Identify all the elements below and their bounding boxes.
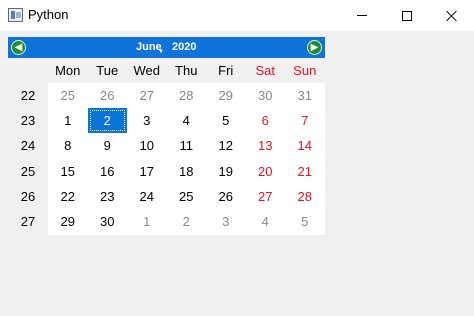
python-app-icon[interactable]	[8, 8, 23, 22]
date-cell[interactable]: 5	[206, 108, 246, 133]
date-cell[interactable]: 7	[285, 108, 325, 133]
app-window: Python ◀ June ▼ 2020 ▶ Mon Tue Wed Thu Fri Sa…	[0, 0, 474, 316]
date-cell[interactable]: 1	[127, 209, 167, 234]
day-header-sat: Sat	[255, 63, 275, 78]
week-number: 23	[20, 113, 36, 129]
date-cell[interactable]: 16	[88, 159, 128, 184]
date-cell[interactable]: 27	[127, 83, 167, 108]
day-header-thu: Thu	[175, 63, 198, 78]
week-number: 24	[20, 138, 36, 154]
date-cell[interactable]: 13	[246, 133, 286, 158]
minimize-icon	[356, 15, 367, 16]
date-cell[interactable]: 6	[246, 108, 286, 133]
date-cell[interactable]: 9	[88, 133, 128, 158]
date-cell[interactable]: 1	[48, 108, 88, 133]
selected-date-cell[interactable]: 2	[87, 108, 127, 134]
date-cell[interactable]: 14	[285, 133, 325, 158]
title-bar[interactable]: Python	[0, 0, 474, 31]
date-cell[interactable]: 10	[127, 133, 167, 158]
day-header-tue: Tue	[96, 63, 119, 78]
week-number: 27	[20, 214, 36, 230]
date-cell[interactable]: 19	[206, 159, 246, 184]
date-cell[interactable]: 27	[246, 184, 286, 209]
calendar-widget: ◀ June ▼ 2020 ▶ Mon Tue Wed Thu Fri Sat Sun 22 2…	[8, 37, 325, 235]
date-cell[interactable]: 8	[48, 133, 88, 158]
chevron-down-icon: ▼	[158, 49, 164, 55]
date-cell[interactable]: 5	[285, 209, 325, 234]
date-cell[interactable]: 25	[167, 184, 207, 209]
date-cell[interactable]: 26	[88, 83, 128, 108]
date-cell[interactable]: 2	[167, 209, 207, 234]
close-icon	[446, 10, 458, 22]
previous-month-button[interactable]: ◀	[11, 40, 26, 55]
next-month-button[interactable]: ▶	[307, 40, 322, 55]
arrow-left-icon: ◀	[14, 42, 23, 53]
date-cell[interactable]: 4	[246, 209, 286, 234]
minimize-button[interactable]	[339, 0, 384, 31]
date-cell[interactable]: 24	[127, 184, 167, 209]
date-cell[interactable]: 22	[48, 184, 88, 209]
day-header-fri: Fri	[218, 63, 234, 78]
date-cell[interactable]: 29	[206, 83, 246, 108]
maximize-button[interactable]	[384, 0, 429, 31]
date-cell[interactable]: 30	[88, 209, 128, 234]
date-cell[interactable]: 4	[167, 108, 207, 133]
arrow-right-icon: ▶	[310, 42, 319, 53]
date-cell[interactable]: 23	[88, 184, 128, 209]
year-selector[interactable]: 2020	[172, 41, 196, 53]
date-cell[interactable]: 28	[285, 184, 325, 209]
maximize-icon	[401, 10, 412, 21]
date-cell[interactable]: 3	[206, 209, 246, 234]
date-cell[interactable]: 12	[206, 133, 246, 158]
date-cell[interactable]: 29	[48, 209, 88, 234]
date-cell[interactable]: 11	[167, 133, 207, 158]
window-title: Python	[28, 7, 69, 22]
week-number: 22	[20, 88, 36, 104]
day-header-wed: Wed	[133, 63, 161, 78]
close-button[interactable]	[429, 0, 474, 31]
date-cell[interactable]: 30	[246, 83, 286, 108]
date-cell[interactable]: 18	[167, 159, 207, 184]
day-header-sun: Sun	[293, 63, 317, 78]
date-cell[interactable]: 3	[127, 108, 167, 133]
day-header-mon: Mon	[55, 63, 81, 78]
week-number: 26	[20, 188, 36, 204]
date-cell[interactable]: 26	[206, 184, 246, 209]
date-cell[interactable]: 17	[127, 159, 167, 184]
date-cell[interactable]: 31	[285, 83, 325, 108]
calendar-navigation-bar: ◀ June ▼ 2020 ▶	[8, 37, 325, 58]
date-cell[interactable]: 28	[167, 83, 207, 108]
week-number: 25	[20, 163, 36, 179]
date-cell[interactable]: 25	[48, 83, 88, 108]
date-cell[interactable]: 15	[48, 159, 88, 184]
date-cell[interactable]: 21	[285, 159, 325, 184]
date-cell[interactable]: 20	[246, 159, 286, 184]
